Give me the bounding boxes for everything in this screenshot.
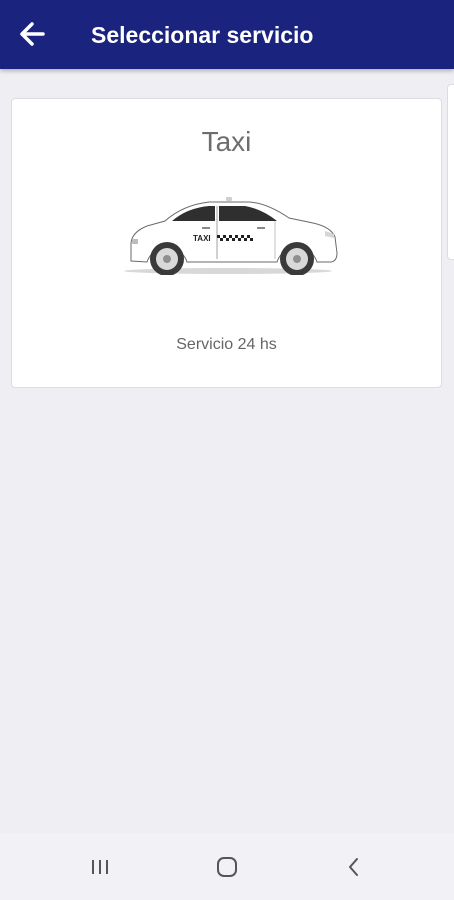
taxi-side-text: TAXI bbox=[193, 234, 211, 243]
service-list: Taxi TAXI Servicio 24 hs bbox=[0, 69, 454, 833]
taxi-car-image: TAXI bbox=[124, 197, 338, 275]
nav-back-icon bbox=[349, 858, 358, 876]
service-card-taxi[interactable]: Taxi TAXI Servicio 24 hs bbox=[11, 98, 442, 388]
service-subtitle: Servicio 24 hs bbox=[176, 336, 277, 353]
recent-apps-icon bbox=[92, 860, 108, 874]
service-card-next[interactable] bbox=[447, 84, 454, 260]
system-nav-bar bbox=[0, 833, 454, 900]
page-title: Seleccionar servicio bbox=[91, 22, 314, 48]
arrow-left-icon bbox=[20, 22, 45, 46]
nav-back-button[interactable] bbox=[336, 851, 372, 883]
app-bar: Seleccionar servicio bbox=[0, 0, 454, 69]
back-button[interactable] bbox=[14, 16, 50, 52]
service-title: Taxi bbox=[201, 126, 252, 157]
home-button[interactable] bbox=[209, 851, 245, 883]
home-icon bbox=[217, 857, 237, 877]
recent-apps-button[interactable] bbox=[82, 851, 118, 883]
